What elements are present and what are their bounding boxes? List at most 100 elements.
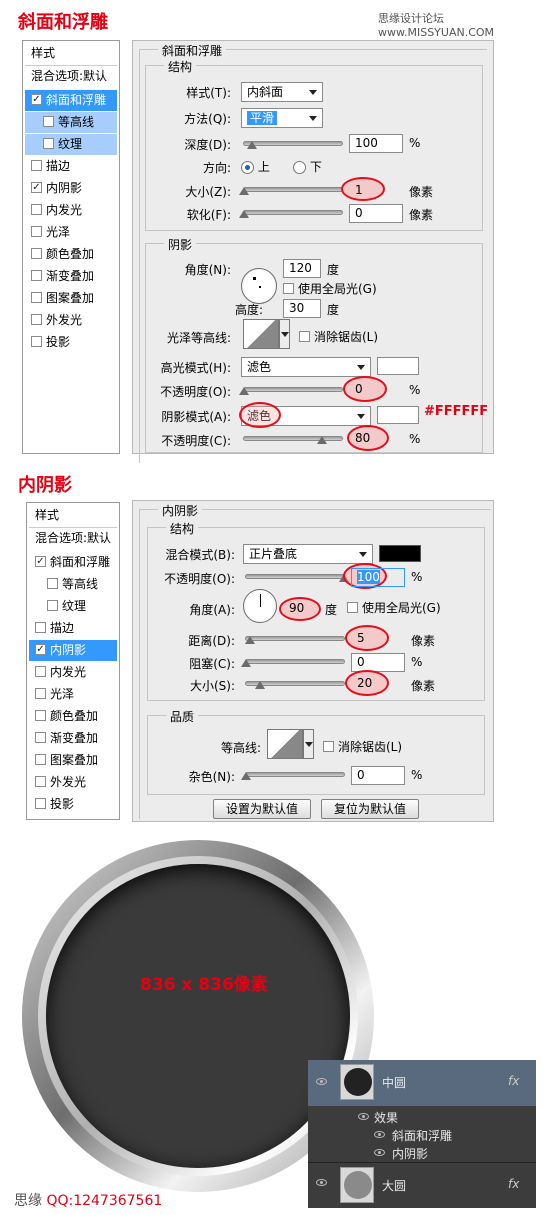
distance-slider[interactable] [245, 636, 345, 641]
sidebar-blend-options[interactable]: 混合选项:默认 [29, 527, 117, 548]
sidebar-item-outer-glow[interactable]: 外发光 [29, 772, 117, 793]
checkbox-icon[interactable] [35, 688, 46, 699]
radio-icon[interactable] [241, 161, 254, 174]
angle-dial[interactable] [241, 268, 277, 304]
shadow-color-swatch[interactable] [379, 545, 421, 562]
choke-slider[interactable] [245, 659, 345, 664]
checkbox-icon[interactable]: ✓ [35, 644, 46, 655]
sidebar-item-outer-glow[interactable]: 外发光 [25, 310, 117, 331]
checkbox-icon[interactable] [35, 666, 46, 677]
direction-down-radio[interactable]: 下 [293, 158, 322, 175]
checkbox-icon[interactable] [35, 798, 46, 809]
checkbox-icon[interactable] [35, 622, 46, 633]
sidebar-item-bevel[interactable]: ✓ 斜面和浮雕 [25, 90, 117, 111]
checkbox-icon[interactable] [347, 602, 358, 613]
checkbox-icon[interactable]: ✓ [31, 94, 42, 105]
reset-default-button[interactable]: 复位为默认值 [321, 799, 419, 819]
sidebar-blend-options[interactable]: 混合选项:默认 [25, 65, 117, 86]
checkbox-icon[interactable] [47, 600, 58, 611]
opacity-slider[interactable] [245, 574, 345, 579]
checkbox-icon[interactable] [35, 754, 46, 765]
gloss-contour-dropdown[interactable] [279, 319, 290, 349]
style-select[interactable]: 内斜面 [241, 82, 323, 102]
layer-row-big-circle[interactable]: 大圆 fx [308, 1162, 536, 1206]
noise-slider[interactable] [245, 772, 345, 777]
noise-input[interactable]: 0 [351, 766, 405, 785]
checkbox-icon[interactable] [299, 331, 310, 342]
effect-row-inner-shadow[interactable]: 内阴影 [308, 1144, 536, 1162]
quality-contour-preview[interactable] [267, 729, 303, 759]
checkbox-icon[interactable] [35, 710, 46, 721]
size-input[interactable]: 1 [349, 181, 403, 200]
checkbox-icon[interactable] [31, 336, 42, 347]
radio-icon[interactable] [293, 161, 306, 174]
sidebar-item-contour[interactable]: 等高线 [29, 574, 117, 595]
eye-icon[interactable] [358, 1113, 369, 1120]
quality-contour-dropdown[interactable] [303, 729, 314, 759]
checkbox-icon[interactable]: ✓ [31, 182, 42, 193]
eye-icon[interactable] [316, 1179, 327, 1186]
checkbox-icon[interactable] [31, 204, 42, 215]
sidebar-item-pattern-overlay[interactable]: 图案叠加 [25, 288, 117, 309]
checkbox-icon[interactable] [283, 283, 294, 294]
blend-mode-select[interactable]: 正片叠底 [243, 544, 373, 564]
checkbox-icon[interactable] [31, 226, 42, 237]
sidebar-item-gradient-overlay[interactable]: 渐变叠加 [25, 266, 117, 287]
soften-slider-thumb[interactable] [239, 210, 249, 218]
highlight-mode-select[interactable]: 滤色 [241, 357, 371, 377]
direction-up-radio[interactable]: 上 [241, 158, 270, 175]
checkbox-icon[interactable] [43, 116, 54, 127]
shadow-opacity-thumb[interactable] [317, 436, 327, 444]
inner-size-input[interactable]: 20 [351, 674, 405, 693]
checkbox-icon[interactable] [31, 314, 42, 325]
distance-thumb[interactable] [245, 636, 255, 644]
checkbox-icon[interactable] [323, 741, 334, 752]
sidebar-item-drop-shadow[interactable]: 投影 [25, 332, 117, 353]
highlight-color-swatch[interactable] [377, 357, 419, 375]
inner-global-light-checkbox[interactable]: 使用全局光(G) [347, 599, 441, 616]
sidebar-item-gradient-overlay[interactable]: 渐变叠加 [29, 728, 117, 749]
choke-thumb[interactable] [241, 659, 251, 667]
shadow-opacity-slider[interactable] [243, 436, 343, 441]
sidebar-item-drop-shadow[interactable]: 投影 [29, 794, 117, 815]
shadow-color-swatch[interactable] [377, 406, 419, 424]
checkbox-icon[interactable] [31, 248, 42, 259]
size-slider[interactable] [243, 187, 343, 192]
set-default-button[interactable]: 设置为默认值 [213, 799, 311, 819]
distance-input[interactable]: 5 [351, 629, 405, 648]
sidebar-item-inner-shadow[interactable]: ✓ 内阴影 [25, 178, 117, 199]
highlight-opacity-thumb[interactable] [239, 387, 249, 395]
checkbox-icon[interactable] [31, 292, 42, 303]
soften-slider[interactable] [243, 210, 343, 215]
opacity-input[interactable]: 100 [351, 568, 405, 587]
sidebar-item-stroke[interactable]: 描边 [25, 156, 117, 177]
sidebar-item-inner-glow[interactable]: 内发光 [29, 662, 117, 683]
antialias-checkbox[interactable]: 消除锯齿(L) [299, 328, 378, 345]
inner-angle-input[interactable]: 90 [283, 599, 319, 618]
eye-icon[interactable] [374, 1149, 385, 1156]
sidebar-item-inner-glow[interactable]: 内发光 [25, 200, 117, 221]
eye-icon[interactable] [316, 1078, 327, 1085]
effect-row-bevel[interactable]: 斜面和浮雕 [308, 1126, 536, 1144]
noise-thumb[interactable] [241, 772, 251, 780]
sidebar-item-pattern-overlay[interactable]: 图案叠加 [29, 750, 117, 771]
highlight-opacity-input[interactable]: 0 [349, 380, 403, 399]
highlight-opacity-slider[interactable] [243, 387, 343, 392]
angle-input[interactable]: 120 [283, 259, 321, 278]
inner-angle-dial[interactable] [243, 589, 277, 623]
checkbox-icon[interactable]: ✓ [35, 556, 46, 567]
soften-input[interactable]: 0 [349, 204, 403, 223]
sidebar-item-contour[interactable]: 等高线 [25, 112, 117, 133]
sidebar-item-color-overlay[interactable]: 颜色叠加 [25, 244, 117, 265]
depth-slider-thumb[interactable] [247, 141, 257, 149]
checkbox-icon[interactable] [31, 160, 42, 171]
effects-row[interactable]: 效果 [308, 1108, 536, 1126]
sidebar-item-satin[interactable]: 光泽 [29, 684, 117, 705]
shadow-opacity-input[interactable]: 80 [349, 429, 403, 448]
checkbox-icon[interactable] [43, 138, 54, 149]
depth-slider[interactable] [243, 141, 343, 146]
layer-row-mid-circle[interactable]: 中圆 fx [308, 1060, 536, 1106]
checkbox-icon[interactable] [35, 776, 46, 787]
sidebar-item-texture[interactable]: 纹理 [25, 134, 117, 155]
sidebar-item-stroke[interactable]: 描边 [29, 618, 117, 639]
